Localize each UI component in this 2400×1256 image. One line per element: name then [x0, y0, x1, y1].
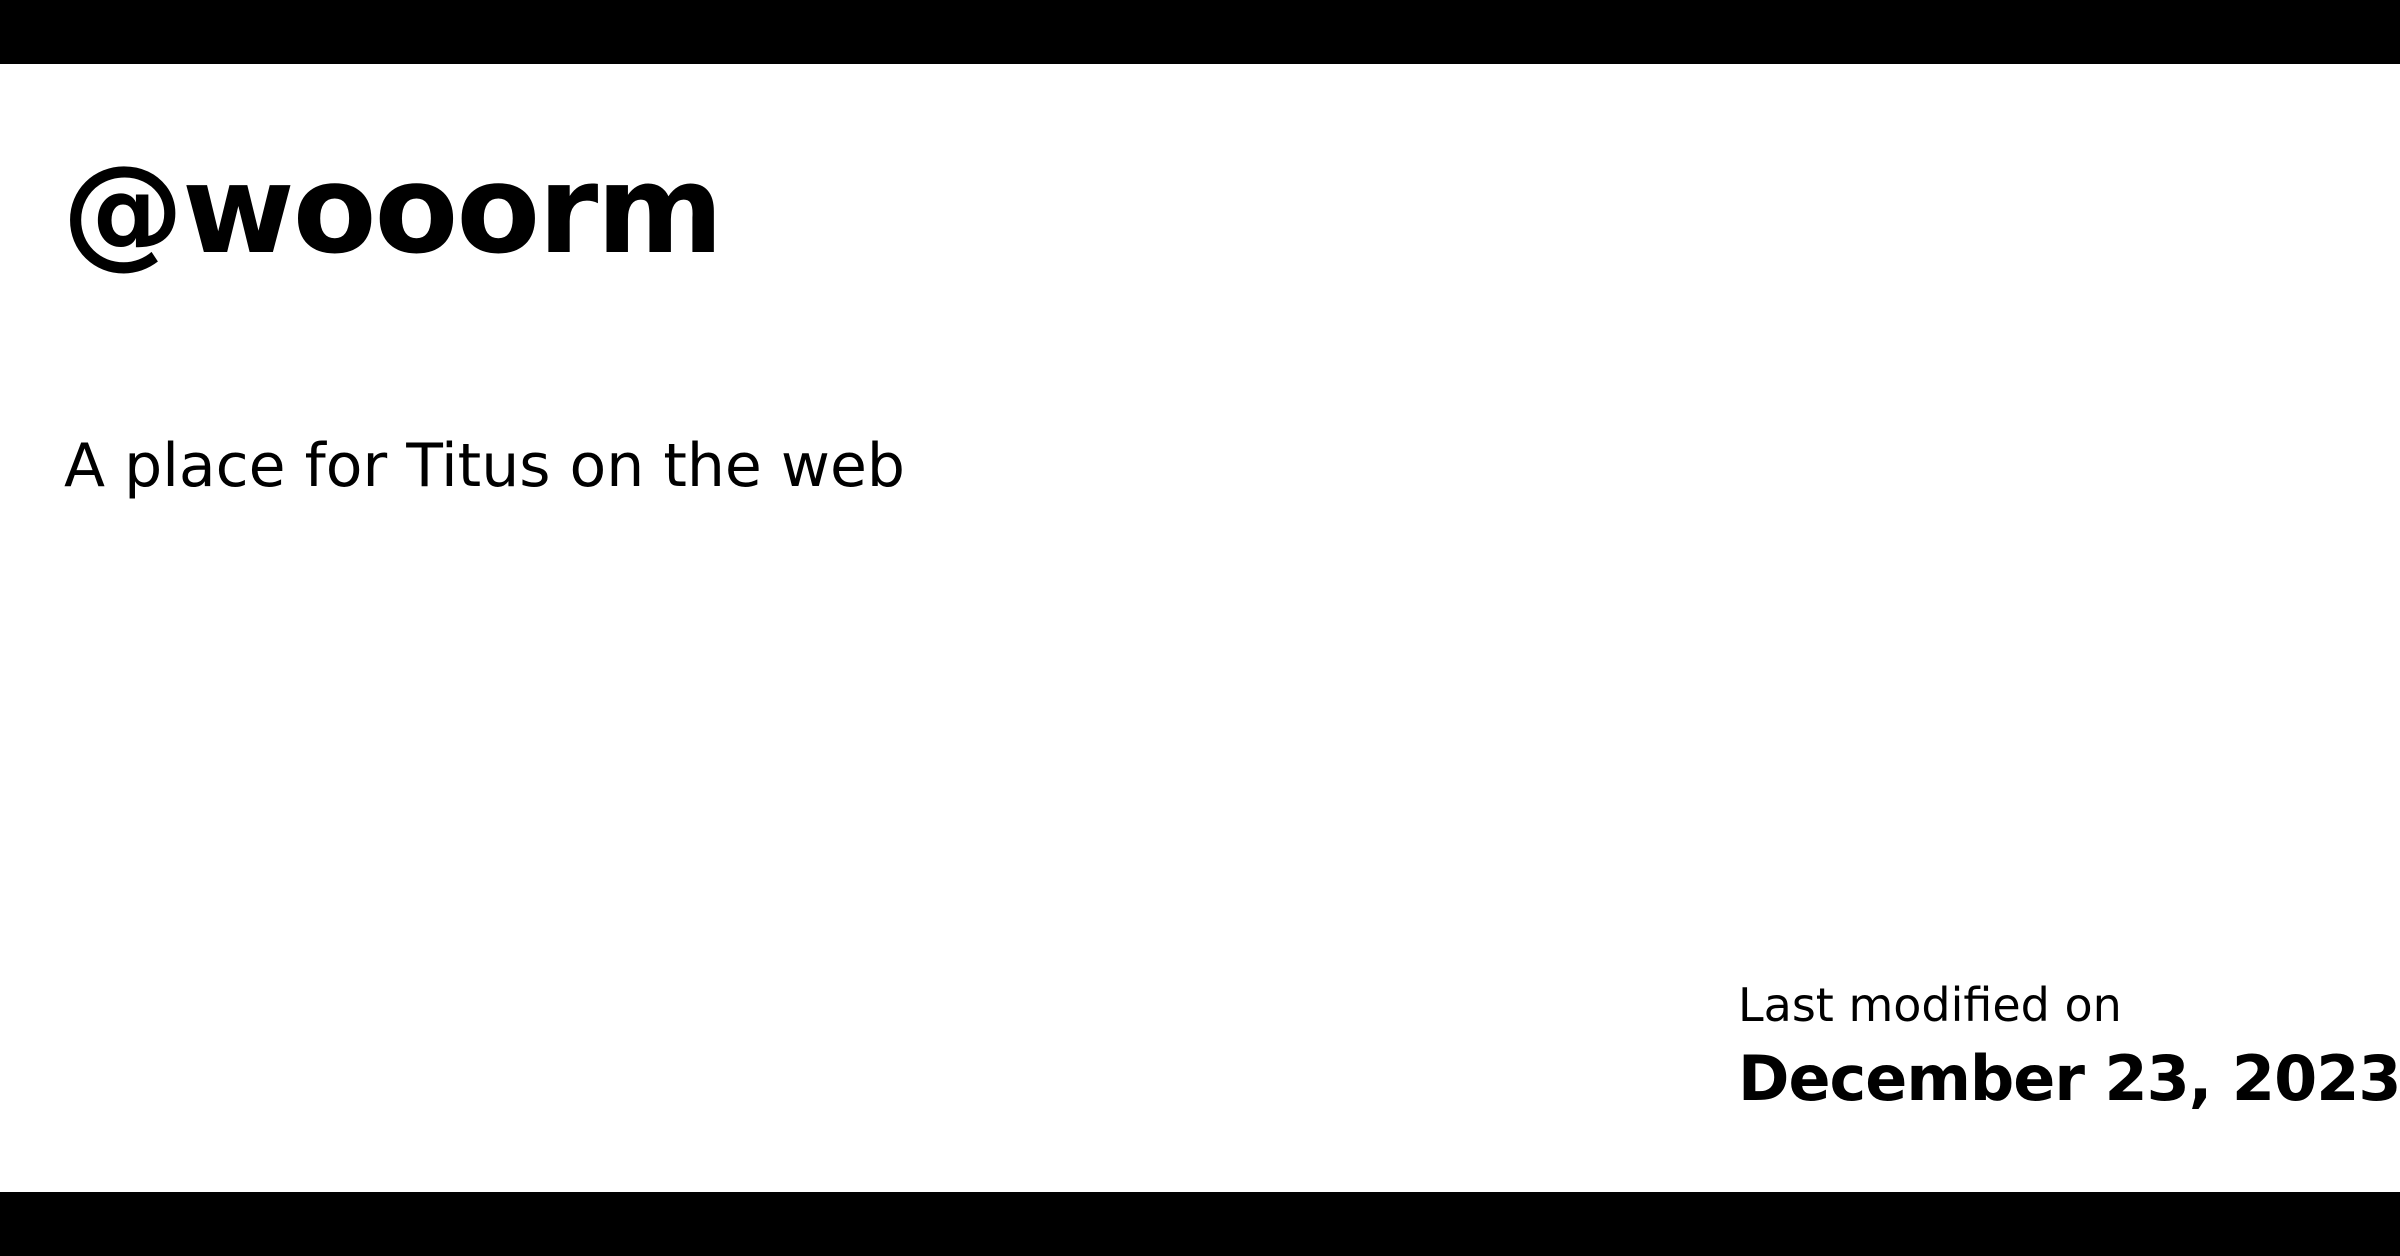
card-description: A place for Titus on the web: [64, 431, 905, 501]
social-card: @wooorm A place for Titus on the web Las…: [0, 0, 2400, 1256]
card-title: @wooorm: [62, 139, 723, 281]
last-modified: Last modified on December 23, 2023: [1738, 978, 2400, 1116]
last-modified-date: December 23, 2023: [1738, 1042, 2400, 1116]
bottom-border-bar: [0, 1192, 2400, 1256]
last-modified-label: Last modified on: [1738, 978, 2122, 1032]
top-border-bar: [0, 0, 2400, 64]
